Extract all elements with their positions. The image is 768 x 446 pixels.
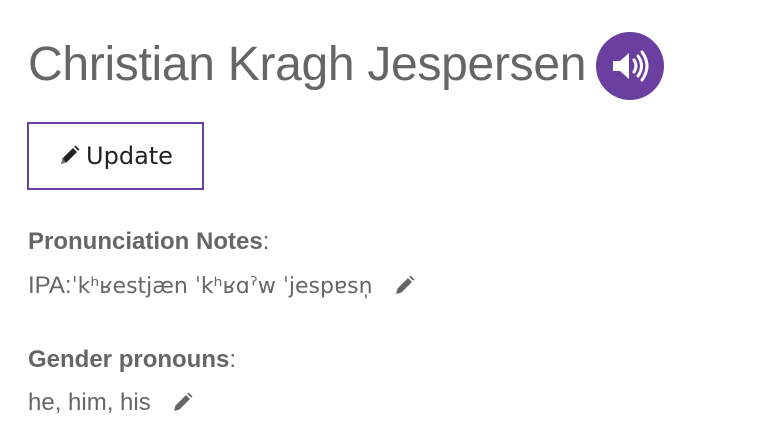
ipa-transcription: ˈkʰʁestjæn ˈkʰʁɑˀw ˈjespɐsn̩ xyxy=(71,273,373,299)
update-button[interactable]: Update xyxy=(27,122,204,190)
gender-pronouns-text: he, him, his xyxy=(28,389,151,416)
play-pronunciation-button[interactable] xyxy=(596,32,665,100)
gender-pronouns-value: he, him, his xyxy=(28,389,193,417)
edit-pronouns-pencil-icon[interactable] xyxy=(171,392,193,414)
pronunciation-notes-label: Pronunciation Notes: xyxy=(28,228,270,255)
gender-pronouns-label: Gender pronouns: xyxy=(28,346,237,373)
speaker-icon xyxy=(610,49,650,83)
page-title: Christian Kragh Jespersen xyxy=(28,38,587,91)
edit-pronunciation-pencil-icon[interactable] xyxy=(393,275,415,297)
ipa-prefix: IPA: xyxy=(28,272,72,299)
title-row: Christian Kragh Jespersen xyxy=(28,30,665,100)
update-button-label: Update xyxy=(86,142,173,170)
pronunciation-notes-value: IPA: ˈkʰʁestjæn ˈkʰʁɑˀw ˈjespɐsn̩ xyxy=(28,272,415,300)
pencil-icon xyxy=(58,145,80,167)
